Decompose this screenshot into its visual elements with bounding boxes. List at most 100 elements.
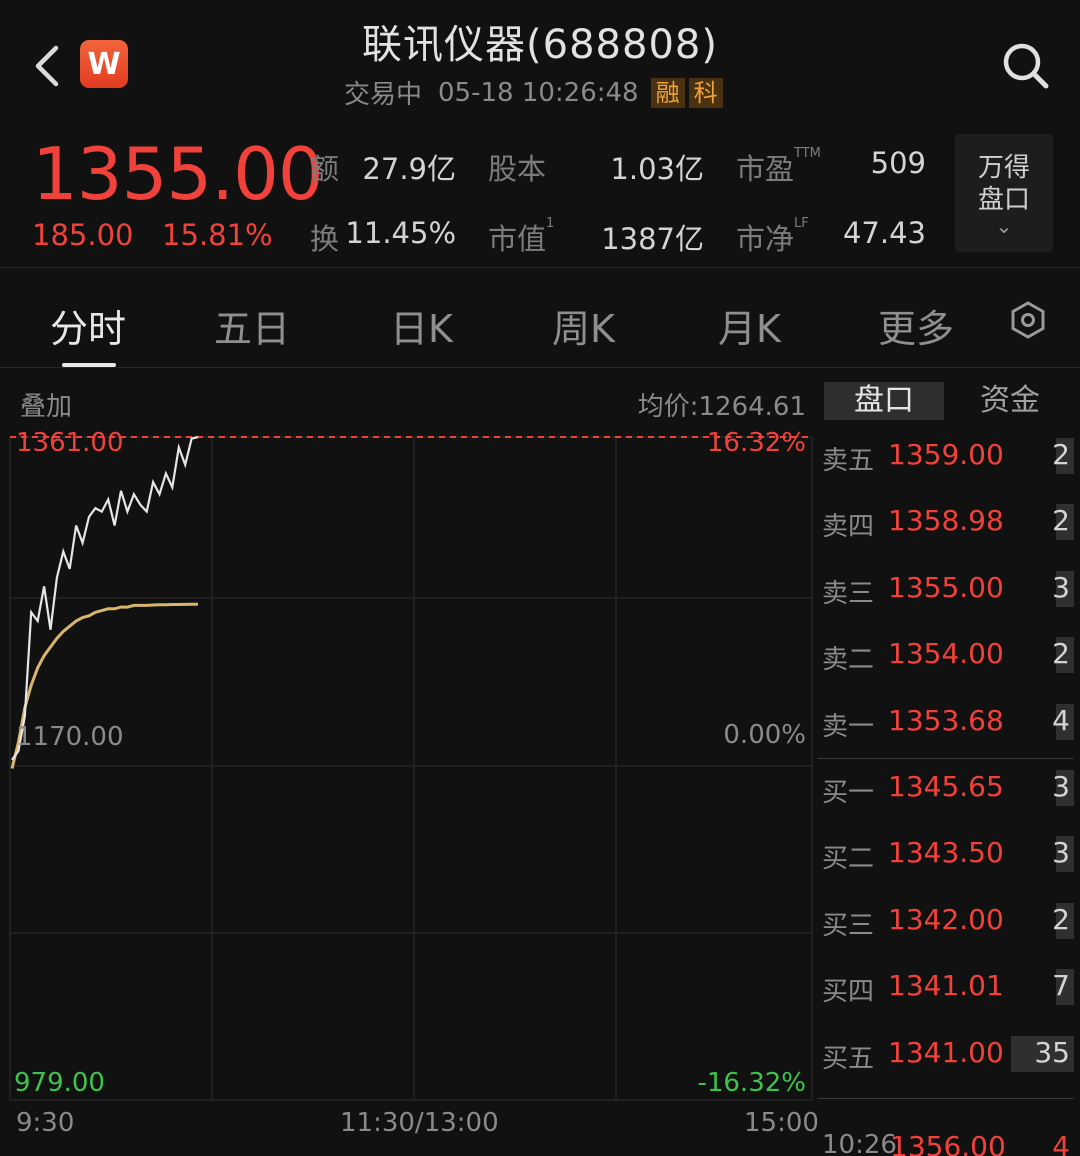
wande-label-1: 万得 xyxy=(977,153,1030,183)
search-icon[interactable] xyxy=(1000,40,1052,92)
ob-volume: 3 xyxy=(1052,570,1070,604)
y-axis-mid-label: 1170.00 xyxy=(16,722,124,752)
ob-price: 1354.00 xyxy=(888,637,1004,671)
ask-row[interactable]: 卖五 1359.00 2 xyxy=(818,432,1080,484)
ob-volume: 2 xyxy=(1052,902,1070,936)
tick-price: 1356.00 xyxy=(890,1130,1006,1156)
pe-value: 509 xyxy=(870,146,926,180)
pct-axis-top-label: 16.32% xyxy=(706,428,806,458)
ask-row[interactable]: 卖一 1353.68 4 xyxy=(818,698,1080,750)
mkt-val-label: 市值1 xyxy=(488,216,554,258)
pb-label-text: 市净 xyxy=(736,222,795,256)
pct-axis-mid-label: 0.00% xyxy=(723,720,806,750)
ob-level-label: 卖二 xyxy=(822,645,875,676)
amount-label: 额 xyxy=(310,152,340,186)
chart-canvas xyxy=(9,435,813,1101)
ask-row[interactable]: 卖二 1354.00 2 xyxy=(818,631,1080,683)
ob-price: 1342.00 xyxy=(888,902,1004,936)
bid-row[interactable]: 买四 1341.01 7 xyxy=(818,963,1080,1015)
active-tab-indicator xyxy=(62,363,116,367)
page-title: 联讯仪器(688808) xyxy=(362,22,718,68)
tab-daily-k[interactable]: 日K xyxy=(390,298,453,353)
last-price: 1355.00 xyxy=(32,132,324,216)
ob-price: 1343.50 xyxy=(888,836,1004,870)
ob-price: 1355.00 xyxy=(888,570,1004,604)
ob-level-label: 卖五 xyxy=(822,446,875,476)
header: W 联讯仪器(688808) 交易中 05-18 10:26:48 融 科 xyxy=(0,0,1080,128)
ob-level-label: 买四 xyxy=(822,977,875,1008)
pe-label: 市盈TTM xyxy=(736,146,821,188)
intraday-chart[interactable]: 叠加 均价:1264.61 1361.00 1170.00 979.00 16.… xyxy=(0,370,819,1156)
tab-five-day[interactable]: 五日 xyxy=(214,298,290,353)
ob-volume: 3 xyxy=(1052,836,1070,870)
chart-period-tabs: 分时 五日 日K 周K 月K 更多 xyxy=(0,270,1080,368)
mkt-val-sup: 1 xyxy=(546,216,555,231)
bid-row[interactable]: 买五 1341.00 35 xyxy=(818,1030,1080,1082)
turnover-value: 11.45% xyxy=(345,216,456,250)
pct-axis-bottom-label: -16.32% xyxy=(697,1068,806,1098)
ob-volume: 2 xyxy=(1052,438,1070,471)
quote-timestamp: 05-18 10:26:48 xyxy=(438,77,639,108)
ob-level-label: 卖三 xyxy=(822,578,875,609)
quote-panel: 1355.00 185.00 15.81% 额 27.9亿 换 11.45% 股… xyxy=(0,128,1080,268)
orderbook-tabs: 盘口 资金 xyxy=(824,382,1074,420)
mkt-val-value: 1387亿 xyxy=(601,222,704,256)
ob-volume: 35 xyxy=(1034,1035,1070,1069)
mkt-val-label-text: 市值 xyxy=(488,222,547,256)
ask-row[interactable]: 卖三 1355.00 3 xyxy=(818,565,1080,617)
bid-row[interactable]: 买三 1342.00 2 xyxy=(818,897,1080,949)
pe-label-text: 市盈 xyxy=(736,152,795,186)
ob-volume: 7 xyxy=(1052,969,1070,1003)
bid-ask-divider xyxy=(818,758,1074,759)
y-axis-top-label: 1361.00 xyxy=(16,428,124,458)
ob-price: 1358.98 xyxy=(888,504,1004,538)
chart-settings-icon[interactable] xyxy=(1008,300,1048,340)
bid-row[interactable]: 买一 1345.65 3 xyxy=(818,764,1080,816)
tick-time: 10:26 xyxy=(822,1130,897,1156)
wande-orderbook-button[interactable]: 万得 盘口 ⌄ xyxy=(955,134,1053,252)
y-axis-bottom-label: 979.00 xyxy=(14,1068,105,1098)
bid-row[interactable]: 买二 1343.50 3 xyxy=(818,830,1080,882)
tab-monthly-k[interactable]: 月K xyxy=(718,298,781,353)
chevron-down-icon: ⌄ xyxy=(995,214,1013,238)
ob-volume: 4 xyxy=(1052,703,1070,737)
ob-volume: 2 xyxy=(1052,637,1070,671)
share-cap-value: 1.03亿 xyxy=(610,152,704,186)
star-market-badge: 科 xyxy=(688,77,723,108)
pb-value: 47.43 xyxy=(842,216,926,250)
ob-price: 1353.68 xyxy=(888,703,1004,737)
trading-status-line: 交易中 05-18 10:26:48 融 科 xyxy=(344,74,723,111)
tab-capital[interactable]: 资金 xyxy=(950,382,1070,420)
turnover-label: 换 xyxy=(310,222,340,256)
orderbook-panel: 盘口 资金 卖五 1359.00 2 卖四 1358.98 2 卖三 1355.00 3 卖二 13… xyxy=(818,370,1080,1156)
ob-level-label: 买一 xyxy=(822,778,875,808)
price-change-pct: 15.81% xyxy=(162,218,273,252)
price-change: 185.00 xyxy=(32,218,134,252)
tick-volume: 4 xyxy=(1052,1130,1070,1156)
tab-weekly-k[interactable]: 周K xyxy=(552,298,615,353)
chart-grid xyxy=(9,436,813,1101)
share-cap-label: 股本 xyxy=(488,152,547,186)
pb-sup: LF xyxy=(794,216,809,231)
amount-value: 27.9亿 xyxy=(362,152,456,186)
x-axis-close-label: 15:00 xyxy=(744,1108,819,1138)
ask-row[interactable]: 卖四 1358.98 2 xyxy=(818,498,1080,550)
x-axis-mid-label: 11:30/13:00 xyxy=(340,1108,499,1138)
ob-level-label: 买五 xyxy=(822,1043,875,1074)
ob-volume: 2 xyxy=(1052,504,1070,538)
pb-label: 市净LF xyxy=(736,216,809,258)
ob-price: 1341.00 xyxy=(888,1035,1004,1069)
ticks-divider xyxy=(818,1098,1074,1099)
ob-price: 1359.00 xyxy=(888,438,1004,471)
ob-level-label: 卖四 xyxy=(822,512,875,543)
ob-level-label: 买二 xyxy=(822,844,875,875)
ob-price: 1341.01 xyxy=(888,969,1004,1003)
ob-level-label: 卖一 xyxy=(822,711,875,742)
trading-status: 交易中 xyxy=(344,80,423,110)
tab-more[interactable]: 更多 xyxy=(878,298,954,353)
margin-badge: 融 xyxy=(650,77,685,108)
tab-orderbook[interactable]: 盘口 xyxy=(824,382,944,420)
tab-intraday[interactable]: 分时 xyxy=(50,298,126,353)
pe-sup: TTM xyxy=(794,146,821,161)
x-axis-open-label: 9:30 xyxy=(16,1108,75,1138)
